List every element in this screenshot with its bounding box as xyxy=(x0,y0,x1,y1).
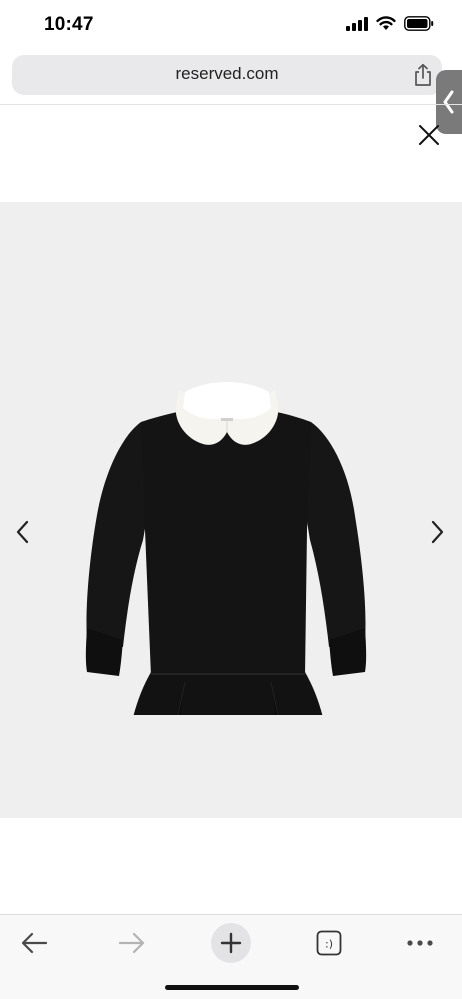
back-button[interactable] xyxy=(14,923,54,963)
status-icons xyxy=(346,16,434,31)
url-text[interactable]: reserved.com xyxy=(12,64,442,84)
status-time: 10:47 xyxy=(44,14,94,35)
chevron-left-icon[interactable] xyxy=(14,520,30,544)
new-tab-button[interactable] xyxy=(211,923,251,963)
product-image xyxy=(85,382,367,715)
forward-button[interactable] xyxy=(112,923,152,963)
share-icon[interactable] xyxy=(412,63,434,87)
chevron-right-icon[interactable] xyxy=(430,520,446,544)
home-indicator[interactable] xyxy=(165,985,299,990)
status-bar: 10:47 xyxy=(0,0,462,50)
product-gallery xyxy=(0,202,462,818)
tabs-label: :) xyxy=(325,938,333,951)
more-icon xyxy=(407,940,433,946)
wifi-icon xyxy=(376,16,396,30)
browser-toolbar: :) xyxy=(0,914,462,999)
new-tab-plus-icon xyxy=(220,932,242,954)
back-arrow-icon xyxy=(21,932,48,954)
close-icon[interactable] xyxy=(418,124,440,146)
battery-icon xyxy=(404,16,434,31)
tabs-button[interactable]: :) xyxy=(309,923,349,963)
cellular-signal-icon xyxy=(346,16,368,31)
address-bar[interactable]: reserved.com xyxy=(12,55,442,95)
tabs-icon: :) xyxy=(316,930,342,956)
chevron-left-icon xyxy=(443,90,454,114)
divider xyxy=(0,104,462,105)
more-button[interactable] xyxy=(400,923,440,963)
forward-arrow-icon xyxy=(118,932,145,954)
